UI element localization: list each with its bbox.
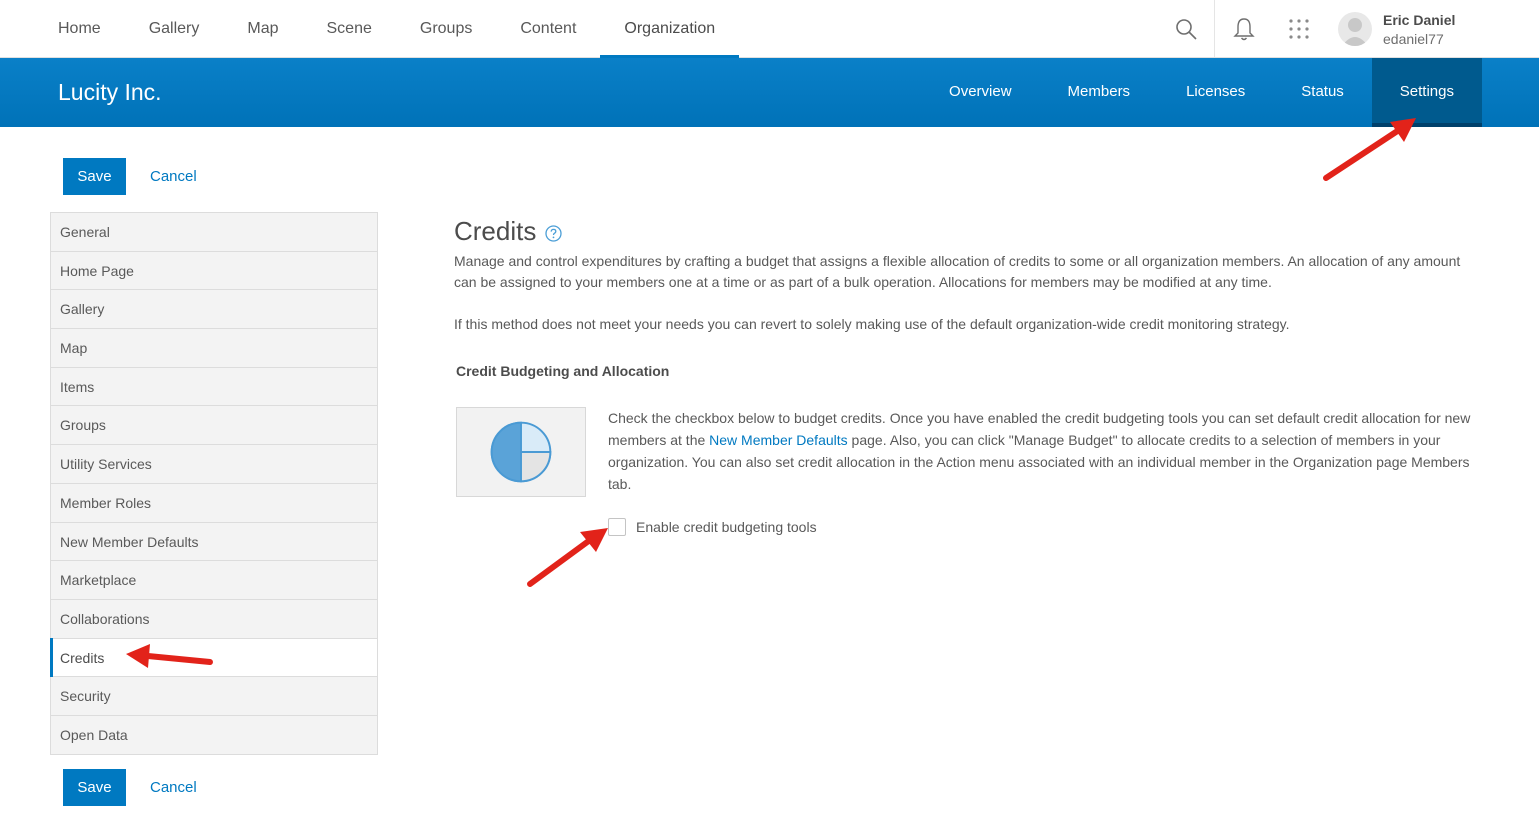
nav-scene[interactable]: Scene (303, 0, 396, 57)
menu-item-security[interactable]: Security (51, 677, 377, 716)
budgeting-instructions: Check the checkbox below to budget credi… (608, 407, 1488, 495)
nav-content[interactable]: Content (496, 0, 600, 57)
menu-item-gallery[interactable]: Gallery (51, 290, 377, 330)
enable-credit-budgeting-checkbox[interactable] (608, 518, 626, 536)
user-username[interactable]: edaniel77 (1383, 31, 1444, 47)
organization-name: Lucity Inc. (58, 79, 162, 105)
nav-groups[interactable]: Groups (396, 0, 496, 57)
section-heading: Credit Budgeting and Allocation (456, 363, 670, 379)
search-icon[interactable] (1174, 17, 1198, 41)
bell-icon[interactable] (1232, 16, 1256, 42)
menu-item-credits[interactable]: Credits (50, 637, 377, 678)
credits-description-secondary: If this method does not meet your needs … (454, 316, 1290, 332)
nav-gallery[interactable]: Gallery (125, 0, 224, 57)
page-title: Credits (454, 216, 537, 246)
top-navigation: Home Gallery Map Scene Groups Content Or… (0, 0, 1539, 58)
menu-item-utility-services[interactable]: Utility Services (51, 445, 377, 484)
menu-item-collaborations[interactable]: Collaborations (51, 599, 377, 639)
menu-item-member-roles[interactable]: Member Roles (51, 483, 377, 523)
budget-thumbnail (456, 407, 586, 497)
menu-item-groups[interactable]: Groups (51, 406, 377, 446)
annotation-arrow-checkbox-icon (527, 528, 608, 587)
nav-map[interactable]: Map (223, 0, 302, 57)
organization-tabs: Overview Members Licenses Status Setting… (921, 58, 1482, 127)
cancel-button-bottom[interactable]: Cancel (150, 769, 197, 806)
tab-settings[interactable]: Settings (1371, 58, 1482, 127)
menu-item-home-page[interactable]: Home Page (51, 251, 377, 291)
help-icon[interactable] (545, 225, 562, 242)
menu-item-open-data[interactable]: Open Data (51, 715, 377, 755)
menu-item-new-member-defaults[interactable]: New Member Defaults (51, 522, 377, 562)
enable-credit-budgeting-label[interactable]: Enable credit budgeting tools (636, 518, 817, 537)
user-full-name[interactable]: Eric Daniel (1383, 12, 1455, 28)
nav-home[interactable]: Home (34, 0, 125, 57)
menu-item-general[interactable]: General (51, 213, 377, 252)
tab-members[interactable]: Members (1040, 58, 1159, 127)
top-nav-links: Home Gallery Map Scene Groups Content Or… (34, 0, 739, 58)
organization-header: Lucity Inc. Overview Members Licenses St… (0, 58, 1539, 127)
nav-divider (1214, 0, 1215, 57)
menu-item-marketplace[interactable]: Marketplace (51, 561, 377, 600)
save-button-bottom[interactable]: Save (63, 769, 126, 806)
new-member-defaults-link[interactable]: New Member Defaults (709, 432, 848, 448)
pie-chart-icon (490, 421, 552, 483)
tab-status[interactable]: Status (1273, 58, 1372, 127)
cancel-button-top[interactable]: Cancel (150, 158, 197, 195)
tab-overview[interactable]: Overview (921, 58, 1040, 127)
save-button-top[interactable]: Save (63, 158, 126, 195)
menu-item-items[interactable]: Items (51, 367, 377, 407)
tab-licenses[interactable]: Licenses (1158, 58, 1273, 127)
app-launcher-icon[interactable] (1288, 18, 1310, 40)
settings-side-menu: General Home Page Gallery Map Items Grou… (50, 212, 378, 755)
menu-item-map[interactable]: Map (51, 329, 377, 368)
nav-organization[interactable]: Organization (600, 0, 739, 58)
credits-description: Manage and control expenditures by craft… (454, 253, 1461, 290)
user-avatar[interactable] (1338, 12, 1372, 46)
